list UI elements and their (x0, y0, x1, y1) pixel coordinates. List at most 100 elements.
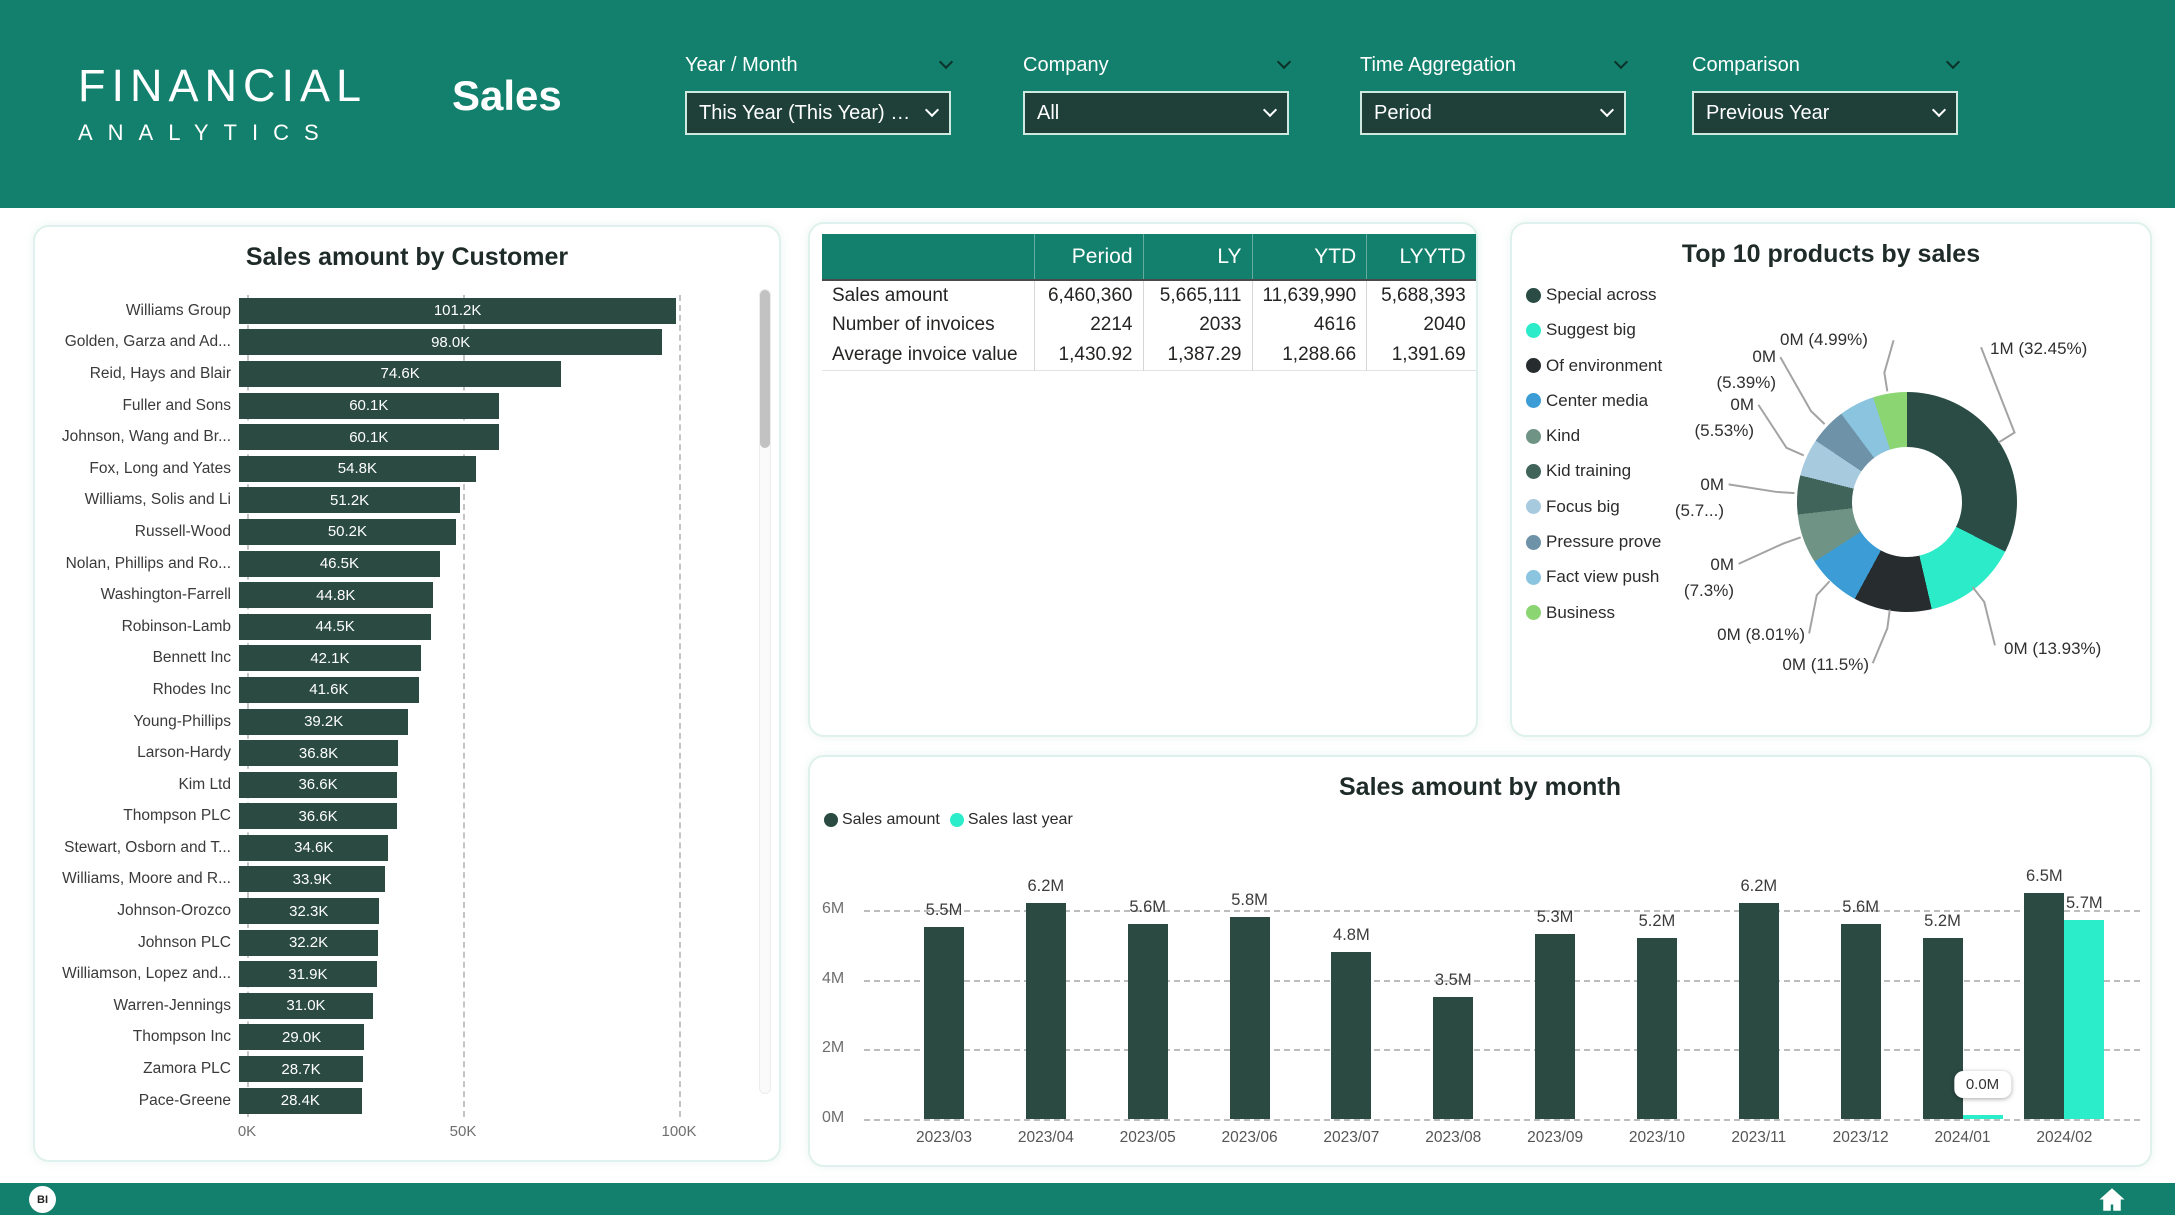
customer-bar-track: 98.0K (239, 329, 749, 355)
donut-legend-item[interactable]: Special across (1526, 284, 1662, 306)
donut-legend-item[interactable]: Pressure prove (1526, 531, 1662, 553)
customer-bar[interactable]: 29.0K (239, 1024, 364, 1050)
customer-bar[interactable]: 39.2K (239, 709, 408, 735)
bar-sales-amount[interactable] (1026, 903, 1066, 1119)
customer-bar-value: 60.1K (349, 397, 388, 414)
bar-sales-last-year[interactable] (1963, 1115, 2003, 1119)
customer-bar[interactable]: 36.6K (239, 803, 397, 829)
donut-legend-item[interactable]: Business (1526, 602, 1662, 624)
filter-comparison-value: Previous Year (1706, 102, 1829, 125)
donut-legend-item[interactable]: Kind (1526, 425, 1662, 447)
donut-chart[interactable] (1797, 392, 2017, 612)
customer-bar-track: 34.6K (239, 835, 749, 861)
filter-comparison: Comparison Previous Year (1692, 52, 1958, 135)
chevron-down-icon[interactable] (1946, 55, 1960, 69)
donut-legend-item[interactable]: Of environment (1526, 355, 1662, 377)
donut-legend-item[interactable]: Suggest big (1526, 319, 1662, 341)
customer-bar[interactable]: 41.6K (239, 677, 419, 703)
filter-company-select[interactable]: All (1023, 91, 1289, 135)
customer-bar[interactable]: 54.8K (239, 456, 476, 482)
donut-legend-label: Suggest big (1546, 320, 1636, 340)
kpi-col-header: LY (1143, 234, 1252, 280)
customer-bar[interactable]: 60.1K (239, 424, 499, 450)
bar-sales-amount[interactable] (924, 927, 964, 1119)
customer-bar-value: 46.5K (320, 555, 359, 572)
x-axis-tick-label: 2023/03 (916, 1129, 972, 1147)
customer-bar[interactable]: 34.6K (239, 835, 388, 861)
customer-row: Williams Group101.2K (35, 295, 749, 327)
kpi-row: Average invoice value1,430.921,387.291,2… (822, 340, 1476, 370)
bar-sales-amount[interactable] (1841, 924, 1881, 1119)
customer-bar[interactable]: 101.2K (239, 298, 676, 324)
customer-bar[interactable]: 44.5K (239, 614, 431, 640)
customer-bar[interactable]: 32.3K (239, 898, 379, 924)
filter-time-aggregation-select[interactable]: Period (1360, 91, 1626, 135)
customer-bar[interactable]: 50.2K (239, 519, 456, 545)
customer-bar[interactable]: 46.5K (239, 551, 440, 577)
customer-row: Nolan, Phillips and Ro...46.5K (35, 548, 749, 580)
chevron-down-icon[interactable] (1277, 55, 1291, 69)
customer-sales-card: Sales amount by Customer Williams Group1… (33, 225, 781, 1162)
customer-bar[interactable]: 44.8K (239, 582, 433, 608)
kpi-col-header: YTD (1252, 234, 1367, 280)
y-axis-tick-label: 4M (822, 970, 862, 988)
kpi-row-label: Number of invoices (822, 310, 1034, 340)
filter-comparison-select[interactable]: Previous Year (1692, 91, 1958, 135)
customer-bar[interactable]: 32.2K (239, 930, 378, 956)
scrollbar-thumb[interactable] (760, 290, 770, 448)
donut-legend-item[interactable]: Focus big (1526, 496, 1662, 518)
bar-sales-amount[interactable] (1535, 934, 1575, 1119)
customer-bar-value: 36.8K (299, 745, 338, 762)
customer-label: Russell-Wood (35, 523, 239, 541)
customer-bar[interactable]: 28.7K (239, 1056, 363, 1082)
customer-bar[interactable]: 33.9K (239, 866, 385, 892)
customer-label: Zamora PLC (35, 1060, 239, 1078)
filter-year-month: Year / Month This Year (This Year) + Las… (685, 52, 951, 135)
powerbi-badge[interactable]: BI (29, 1186, 56, 1213)
donut-legend-item[interactable]: Kid training (1526, 460, 1662, 482)
bar-sales-amount[interactable] (1128, 924, 1168, 1119)
scrollbar-track[interactable] (759, 289, 771, 1094)
donut-legend-item[interactable]: Center media (1526, 390, 1662, 412)
bar-sales-amount[interactable] (1637, 938, 1677, 1119)
chevron-down-icon[interactable] (939, 55, 953, 69)
customer-bar[interactable]: 36.6K (239, 772, 397, 798)
customer-bar[interactable]: 42.1K (239, 645, 421, 671)
customer-bar[interactable]: 28.4K (239, 1088, 362, 1114)
legend-dot-icon (1526, 429, 1541, 444)
filter-comparison-header: Comparison (1692, 52, 1958, 78)
donut-legend-label: Special across (1546, 285, 1657, 305)
customer-bar-value: 42.1K (310, 650, 349, 667)
customer-bar[interactable]: 36.8K (239, 740, 398, 766)
filter-comparison-label: Comparison (1692, 54, 1800, 77)
customer-bar[interactable]: 51.2K (239, 487, 460, 513)
customer-bar[interactable]: 31.0K (239, 993, 373, 1019)
bar-sales-amount[interactable] (1230, 917, 1270, 1119)
customer-bar[interactable]: 31.9K (239, 961, 377, 987)
home-icon[interactable] (2097, 1187, 2127, 1212)
x-axis-tick-label: 2023/09 (1527, 1129, 1583, 1147)
kpi-value: 1,430.92 (1034, 340, 1143, 370)
customer-bar-track: 32.2K (239, 930, 749, 956)
customer-bar[interactable]: 60.1K (239, 393, 499, 419)
filter-year-month-select[interactable]: This Year (This Year) + Las... (685, 91, 951, 135)
customer-row: Williamson, Lopez and...31.9K (35, 958, 749, 990)
customer-label: Robinson-Lamb (35, 618, 239, 636)
x-axis-tick-label: 0K (238, 1123, 256, 1140)
customer-bar-track: 54.8K (239, 456, 749, 482)
customer-bar[interactable]: 74.6K (239, 361, 561, 387)
kpi-value: 1,387.29 (1143, 340, 1252, 370)
bar-sales-amount[interactable] (1739, 903, 1779, 1119)
bar-sales-amount[interactable] (2024, 893, 2064, 1119)
customer-bar[interactable]: 98.0K (239, 329, 662, 355)
filter-year-month-header: Year / Month (685, 52, 951, 78)
bar-sales-amount[interactable] (1433, 997, 1473, 1119)
bar-sales-last-year[interactable] (2064, 920, 2104, 1119)
donut-legend-item[interactable]: Fact view push (1526, 566, 1662, 588)
bar-sales-amount[interactable] (1331, 952, 1371, 1119)
customer-label: Thompson PLC (35, 807, 239, 825)
customer-bar-value: 32.2K (289, 934, 328, 951)
customer-label: Fox, Long and Yates (35, 460, 239, 478)
chevron-down-icon[interactable] (1614, 55, 1628, 69)
customer-row: Williams, Solis and Li51.2K (35, 485, 749, 517)
